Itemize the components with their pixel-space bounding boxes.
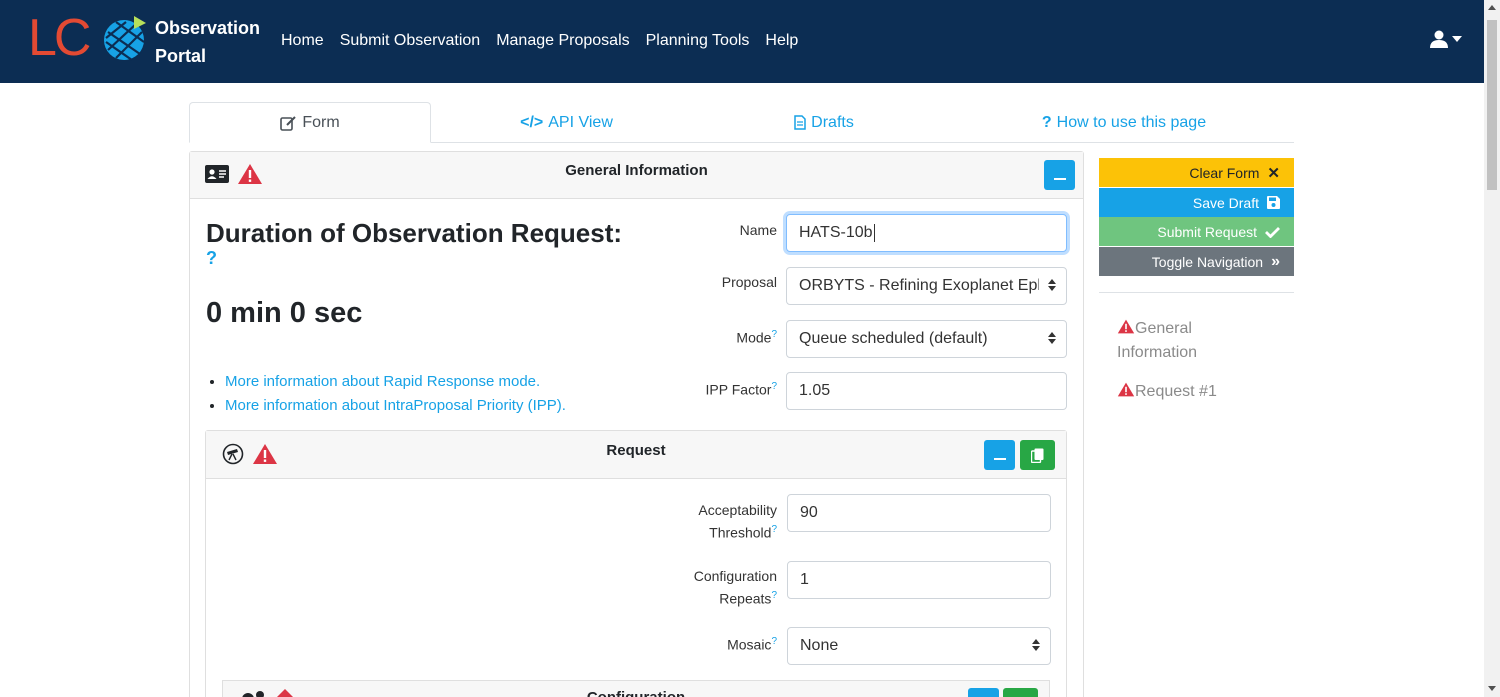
- clear-form-button[interactable]: Clear Form ✕: [1099, 158, 1294, 187]
- name-input[interactable]: HATS-10b: [786, 214, 1067, 252]
- acceptability-label: Acceptability Threshold?: [698, 502, 777, 541]
- user-icon: [1430, 30, 1448, 48]
- duration-value: 0 min 0 sec: [206, 297, 363, 329]
- scroll-down-icon[interactable]: [1488, 686, 1496, 691]
- mode-help-icon[interactable]: ?: [771, 329, 777, 340]
- mosaic-label: Mosaic?: [727, 636, 777, 653]
- config-repeats-value: 1: [800, 571, 809, 588]
- proposal-label: Proposal: [721, 274, 777, 290]
- tab-form-label: Form: [302, 113, 340, 131]
- select-arrows-icon: [1048, 332, 1056, 344]
- brand-line-2: Portal: [155, 46, 207, 66]
- question-icon: ?: [1041, 113, 1052, 131]
- tab-api-view[interactable]: </> API View: [464, 102, 669, 143]
- tab-how-to-use-label: How to use this page: [1056, 113, 1207, 131]
- tab-drafts[interactable]: Drafts: [769, 102, 879, 143]
- nav-help[interactable]: Help: [765, 29, 798, 53]
- copy-request-button[interactable]: [1020, 440, 1055, 470]
- sidebar-divider: [1099, 292, 1294, 293]
- side-nav-general-information[interactable]: General Information: [1117, 317, 1197, 365]
- save-draft-button[interactable]: Save Draft: [1099, 188, 1294, 217]
- tabs: Form </> API View Drafts ? How to use th…: [189, 102, 1294, 143]
- minus-icon: [1053, 178, 1066, 180]
- collapse-configuration-button[interactable]: [968, 688, 999, 697]
- page-scrollbar[interactable]: [1484, 0, 1500, 697]
- submit-request-button[interactable]: Submit Request: [1099, 217, 1294, 246]
- double-chevron-right-icon: »: [1271, 252, 1280, 270]
- duration-help-icon[interactable]: ?: [206, 248, 217, 269]
- warning-icon: [1117, 319, 1135, 334]
- ipp-info-link[interactable]: More information about IntraProposal Pri…: [225, 394, 566, 418]
- ipp-input-value: 1.05: [799, 382, 831, 399]
- select-arrows-icon: [1048, 279, 1056, 291]
- proposal-select-value: ORBYTS - Refining Exoplanet Eph: [799, 277, 1039, 294]
- brand[interactable]: Observation Portal: [155, 14, 260, 70]
- navbar: LC Observation Portal Home Submit Observ…: [0, 0, 1484, 83]
- config-repeats-input[interactable]: 1: [787, 561, 1051, 599]
- mode-select-value: Queue scheduled (default): [799, 330, 988, 347]
- save-icon: [1267, 196, 1280, 209]
- acceptability-value: 90: [800, 504, 818, 521]
- info-links: More information about Rapid Response mo…: [225, 370, 566, 418]
- general-information-header: General Information: [190, 152, 1083, 199]
- edit-icon: [280, 115, 297, 131]
- minus-icon: [993, 458, 1006, 460]
- collapse-general-button[interactable]: [1044, 160, 1075, 190]
- mode-label: Mode?: [736, 329, 777, 346]
- copy-icon: [1031, 448, 1044, 463]
- nav-planning-tools[interactable]: Planning Tools: [646, 29, 750, 53]
- configuration-title: Configuration: [223, 689, 1049, 697]
- tab-api-view-label: API View: [548, 113, 613, 131]
- mode-select[interactable]: Queue scheduled (default): [786, 320, 1067, 358]
- config-repeats-label: Configuration Repeats?: [693, 568, 777, 607]
- text-caret: [873, 224, 875, 242]
- times-icon: ✕: [1267, 164, 1280, 182]
- file-icon: [794, 115, 806, 130]
- user-menu[interactable]: [1430, 30, 1462, 48]
- scroll-up-icon[interactable]: [1488, 5, 1496, 10]
- check-icon: [1265, 226, 1280, 238]
- tab-drafts-label: Drafts: [811, 113, 854, 131]
- code-icon: </>: [520, 113, 544, 131]
- nav-submit-observation[interactable]: Submit Observation: [340, 29, 481, 53]
- config-repeats-help-icon[interactable]: ?: [771, 590, 777, 601]
- ipp-input[interactable]: 1.05: [786, 372, 1067, 410]
- mosaic-help-icon[interactable]: ?: [771, 636, 777, 647]
- tab-how-to-use[interactable]: ? How to use this page: [1029, 102, 1219, 143]
- copy-configuration-button[interactable]: [1003, 688, 1038, 697]
- configuration-card: Configuration: [222, 680, 1050, 697]
- general-information-title: General Information: [565, 162, 708, 179]
- name-input-value: HATS-10b: [799, 224, 873, 241]
- nav-manage-proposals[interactable]: Manage Proposals: [496, 29, 629, 53]
- rapid-response-link[interactable]: More information about Rapid Response mo…: [225, 370, 566, 394]
- name-label: Name: [739, 222, 777, 238]
- warning-icon: [1117, 382, 1135, 397]
- request-title: Request: [606, 442, 666, 459]
- globe-logo-icon[interactable]: [102, 14, 150, 62]
- tab-form[interactable]: Form: [189, 102, 431, 143]
- acceptability-input[interactable]: 90: [787, 494, 1051, 532]
- collapse-request-button[interactable]: [984, 440, 1015, 470]
- brand-line-1: Observation: [155, 18, 261, 38]
- nav-home[interactable]: Home: [281, 29, 324, 53]
- ipp-help-icon[interactable]: ?: [771, 381, 777, 392]
- ipp-label: IPP Factor?: [705, 381, 777, 398]
- side-nav-request-1[interactable]: Request #1: [1117, 380, 1217, 404]
- mosaic-select[interactable]: None: [787, 627, 1051, 665]
- logo-text[interactable]: LC: [28, 12, 92, 64]
- toggle-navigation-button[interactable]: Toggle Navigation »: [1099, 247, 1294, 276]
- duration-title: Duration of Observation Request:: [206, 218, 623, 248]
- request-header: Request: [206, 431, 1066, 479]
- proposal-select[interactable]: ORBYTS - Refining Exoplanet Eph: [786, 267, 1067, 305]
- mosaic-select-value: None: [800, 637, 839, 654]
- nav-links: Home Submit Observation Manage Proposals…: [281, 29, 798, 53]
- caret-down-icon: [1452, 36, 1462, 42]
- select-arrows-icon: [1032, 639, 1040, 651]
- acceptability-help-icon[interactable]: ?: [771, 524, 777, 535]
- scroll-thumb[interactable]: [1487, 20, 1497, 190]
